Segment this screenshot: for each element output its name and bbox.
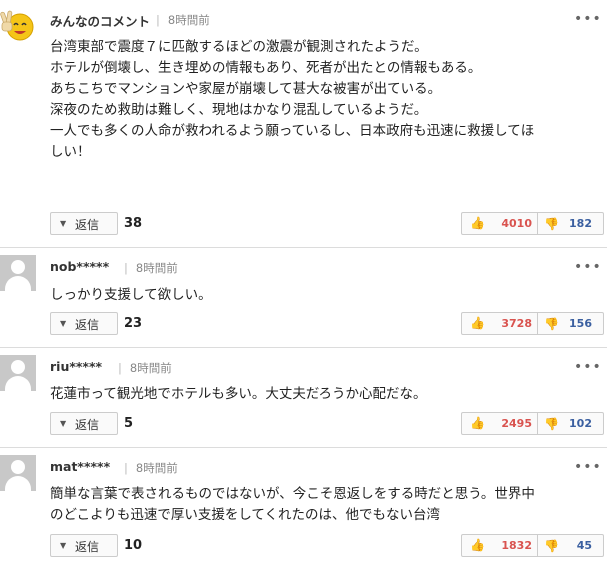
thumbs-up-icon[interactable]: 👍 — [470, 316, 485, 330]
reply-button[interactable]: ▼ 返信 — [50, 212, 118, 235]
comment-body: 簡単な言葉で表されるものではないが、今こそ恩返しをする時だと思う。世界中 のどこ… — [50, 484, 600, 526]
vote-box: 👍 2495 👎 102 — [461, 412, 604, 435]
reply-label: 返信 — [75, 540, 100, 554]
thumbs-up-icon[interactable]: 👍 — [470, 216, 485, 230]
thumbs-down-icon[interactable]: 👎 — [544, 317, 559, 331]
triangle-down-icon: ▼ — [60, 541, 67, 550]
smiley-peace-avatar — [0, 8, 36, 44]
reply-count: 5 — [124, 416, 134, 431]
comment-line: 台湾東部で震度７に匹敵するほどの激震が観測されたようだ。 — [50, 39, 428, 55]
default-user-avatar — [0, 255, 36, 291]
reply-count: 38 — [124, 216, 143, 231]
reply-button[interactable]: ▼ 返信 — [50, 534, 118, 557]
more-options-icon[interactable]: ••• — [574, 360, 602, 374]
more-options-icon[interactable]: ••• — [574, 460, 602, 474]
default-user-avatar — [0, 455, 36, 491]
up-vote-count[interactable]: 1832 — [490, 539, 532, 552]
comment-line: 簡単な言葉で表されるものではないが、今こそ恩返しをする時だと思う。世界中 — [50, 486, 535, 502]
comment-time: | 8時間前 — [124, 461, 178, 475]
down-vote-count[interactable]: 45 — [562, 539, 592, 552]
comment-divider — [0, 447, 607, 448]
comment-author[interactable]: riu***** — [50, 359, 102, 374]
thumbs-down-icon[interactable]: 👎 — [544, 217, 559, 231]
up-vote-count[interactable]: 3728 — [490, 317, 532, 330]
vote-divider — [537, 413, 538, 434]
down-vote-count[interactable]: 156 — [562, 317, 592, 330]
vote-box: 👍 3728 👎 156 — [461, 312, 604, 335]
vote-box: 👍 4010 👎 182 — [461, 212, 604, 235]
comment-line: しっかり支援して欲しい。 — [50, 287, 212, 303]
triangle-down-icon: ▼ — [60, 219, 67, 228]
up-vote-count[interactable]: 4010 — [490, 217, 532, 230]
reply-button[interactable]: ▼ 返信 — [50, 312, 118, 335]
reply-label: 返信 — [75, 318, 100, 332]
comment-author[interactable]: nob***** — [50, 259, 109, 274]
thumbs-up-icon[interactable]: 👍 — [470, 416, 485, 430]
comment-body: 花蓮市って観光地でホテルも多い。大丈夫だろうか心配だな。 — [50, 384, 600, 405]
vote-divider — [537, 535, 538, 556]
down-vote-count[interactable]: 102 — [562, 417, 592, 430]
up-vote-count[interactable]: 2495 — [490, 417, 532, 430]
comment-divider — [0, 247, 607, 248]
comment-line: 深夜のため救助は難しく、現地はかなり混乱しているようだ。 — [50, 102, 428, 118]
reply-label: 返信 — [75, 218, 100, 232]
comment-line: 花蓮市って観光地でホテルも多い。大丈夫だろうか心配だな。 — [50, 386, 427, 402]
triangle-down-icon: ▼ — [60, 319, 67, 328]
comment-time: | 8時間前 — [118, 361, 172, 375]
reply-count: 23 — [124, 316, 143, 331]
more-options-icon[interactable]: ••• — [574, 260, 602, 274]
comment-line: 一人でも多くの人命が救われるよう願っているし、日本政府も迅速に救援してほ — [50, 123, 535, 139]
triangle-down-icon: ▼ — [60, 419, 67, 428]
reply-button[interactable]: ▼ 返信 — [50, 412, 118, 435]
vote-box: 👍 1832 👎 45 — [461, 534, 604, 557]
comment-line: あちこちでマンションや家屋が崩壊して甚大な被害が出ている。 — [50, 81, 442, 97]
reply-count: 10 — [124, 538, 143, 553]
comment-line: しい！ — [50, 144, 91, 160]
thumbs-up-icon[interactable]: 👍 — [470, 538, 485, 552]
more-options-icon[interactable]: ••• — [574, 12, 602, 26]
comment-author[interactable]: みんなのコメント — [50, 11, 150, 30]
thumbs-down-icon[interactable]: 👎 — [544, 539, 559, 553]
comment-time: | 8時間前 — [124, 261, 178, 275]
comment-line: のどこよりも迅速で厚い支援をしてくれたのは、他でもない台湾 — [50, 507, 441, 523]
reply-label: 返信 — [75, 418, 100, 432]
vote-divider — [537, 313, 538, 334]
comment-author[interactable]: mat***** — [50, 459, 110, 474]
comment-divider — [0, 347, 607, 348]
comment-body: しっかり支援して欲しい。 — [50, 285, 600, 306]
default-user-avatar — [0, 355, 36, 391]
comment-line: ホテルが倒壊し、生き埋めの情報もあり、死者が出たとの情報もある。 — [50, 60, 482, 76]
thumbs-down-icon[interactable]: 👎 — [544, 417, 559, 431]
vote-divider — [537, 213, 538, 234]
comment-body: 台湾東部で震度７に匹敵するほどの激震が観測されたようだ。 ホテルが倒壊し、生き埋… — [50, 37, 600, 163]
down-vote-count[interactable]: 182 — [562, 217, 592, 230]
comment-time: | 8時間前 — [156, 13, 210, 27]
